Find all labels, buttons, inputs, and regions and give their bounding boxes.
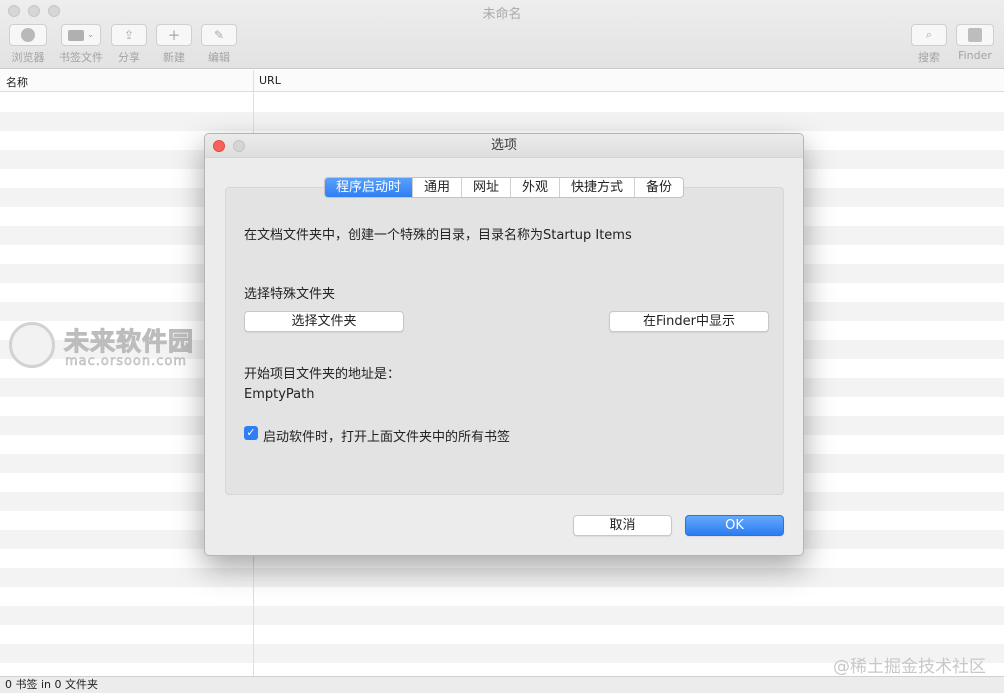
finder-icon	[968, 28, 982, 42]
share-icon: ⇪	[123, 28, 135, 42]
dialog-minimize-button[interactable]	[233, 140, 245, 152]
toolbar-finder-button[interactable]: Finder	[955, 24, 995, 62]
open-all-checkbox-label[interactable]: 启动软件时，打开上面文件夹中的所有书签	[263, 426, 510, 445]
main-toolbar: 未命名 浏览器 ⌄ 书签文件 ⇪ 分享 + 新建 ✎ 编辑 ⌕ 搜索 Finde…	[0, 0, 1004, 69]
checkmark-icon: ✓	[246, 426, 256, 439]
tab-backup[interactable]: 备份	[634, 178, 683, 197]
column-header-url[interactable]: URL	[259, 74, 281, 87]
tab-shortcuts[interactable]: 快捷方式	[559, 178, 634, 197]
watermark-site: @稀土掘金技术社区	[833, 657, 986, 677]
edit-icon: ✎	[213, 28, 225, 42]
watermark-brand: 未来软件园	[63, 327, 195, 357]
options-dialog: 选项 程序启动时 通用 网址 外观 快捷方式 备份 在文档文件夹中，创建一个特殊…	[204, 133, 804, 556]
tab-bar: 程序启动时 通用 网址 外观 快捷方式 备份	[205, 177, 803, 198]
chevron-down-icon: ⌄	[86, 30, 95, 40]
tab-general[interactable]: 通用	[411, 178, 461, 197]
browser-icon	[21, 28, 35, 42]
folder-path-label: 开始项目文件夹的地址是：	[244, 367, 401, 382]
column-header: 名称 URL	[0, 70, 1004, 92]
watermark-url: mac.orsoon.com	[65, 354, 188, 370]
cancel-button[interactable]: 取消	[573, 515, 672, 536]
toolbar-new-button[interactable]: + 新建	[155, 24, 193, 65]
dialog-close-button[interactable]	[213, 140, 225, 152]
choose-folder-label: 选择特殊文件夹	[244, 287, 336, 302]
show-in-finder-button[interactable]: 在Finder中显示	[609, 311, 769, 332]
column-header-name[interactable]: 名称	[6, 74, 28, 90]
toolbar-browser-button[interactable]: 浏览器	[8, 24, 48, 65]
toolbar-share-button[interactable]: ⇪ 分享	[110, 24, 148, 65]
folder-path-value: EmptyPath	[244, 387, 315, 402]
search-icon: ⌕	[925, 28, 933, 41]
window-title: 未命名	[482, 7, 522, 22]
watermark-logo-icon	[9, 322, 55, 368]
toolbar-edit-button[interactable]: ✎ 编辑	[200, 24, 238, 65]
toolbar-search-button[interactable]: ⌕ 搜索	[910, 24, 948, 65]
plus-icon: +	[167, 26, 181, 44]
tab-url[interactable]: 网址	[460, 178, 510, 197]
status-bar: 0 书签 in 0 文件夹	[0, 676, 1004, 693]
tab-appearance[interactable]: 外观	[510, 178, 559, 197]
toolbar-bookmark-file-button[interactable]: ⌄ 书签文件	[57, 24, 105, 65]
dialog-title: 选项	[205, 134, 803, 158]
open-all-checkbox[interactable]: ✓	[244, 426, 258, 440]
startup-description: 在文档文件夹中，创建一个特殊的目录，目录名称为Startup Items	[244, 228, 632, 243]
tab-startup[interactable]: 程序启动时	[324, 178, 412, 197]
ok-button[interactable]: OK	[685, 515, 784, 536]
choose-folder-button[interactable]: 选择文件夹	[244, 311, 404, 332]
folder-icon	[67, 29, 84, 41]
